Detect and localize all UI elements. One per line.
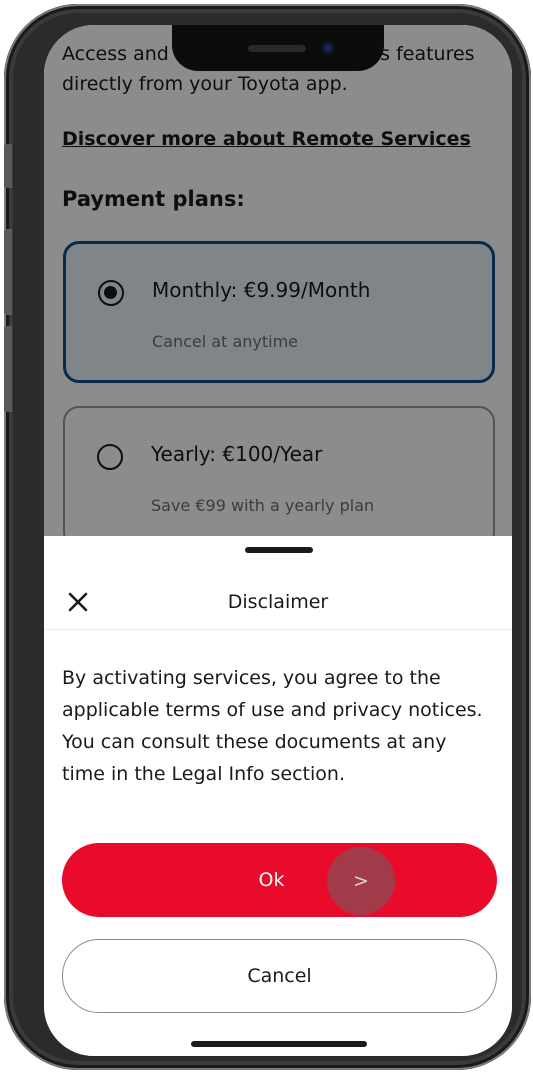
sheet-grabber[interactable]	[245, 547, 313, 553]
ok-button-label: Ok	[258, 869, 285, 891]
home-indicator[interactable]	[191, 1041, 367, 1047]
screen: Access and manage your vehicle's feature…	[44, 25, 512, 1056]
sheet-title: Disclaimer	[227, 591, 329, 613]
disclaimer-text: By activating services, you agree to the…	[62, 667, 483, 785]
phone-frame: Access and manage your vehicle's feature…	[4, 4, 531, 1070]
volume-down-button	[4, 326, 12, 412]
notch	[172, 25, 384, 71]
mute-switch	[4, 144, 12, 188]
disclaimer-sheet: Disclaimer By activating services, you a…	[44, 536, 512, 1056]
front-camera-icon	[322, 42, 334, 54]
volume-up-button	[4, 229, 12, 315]
ok-button[interactable]: Ok >	[62, 843, 497, 917]
speaker-grille	[248, 45, 306, 52]
touch-indicator: >	[327, 847, 395, 915]
sheet-header: Disclaimer	[44, 576, 512, 630]
cancel-button[interactable]: Cancel	[62, 939, 497, 1013]
